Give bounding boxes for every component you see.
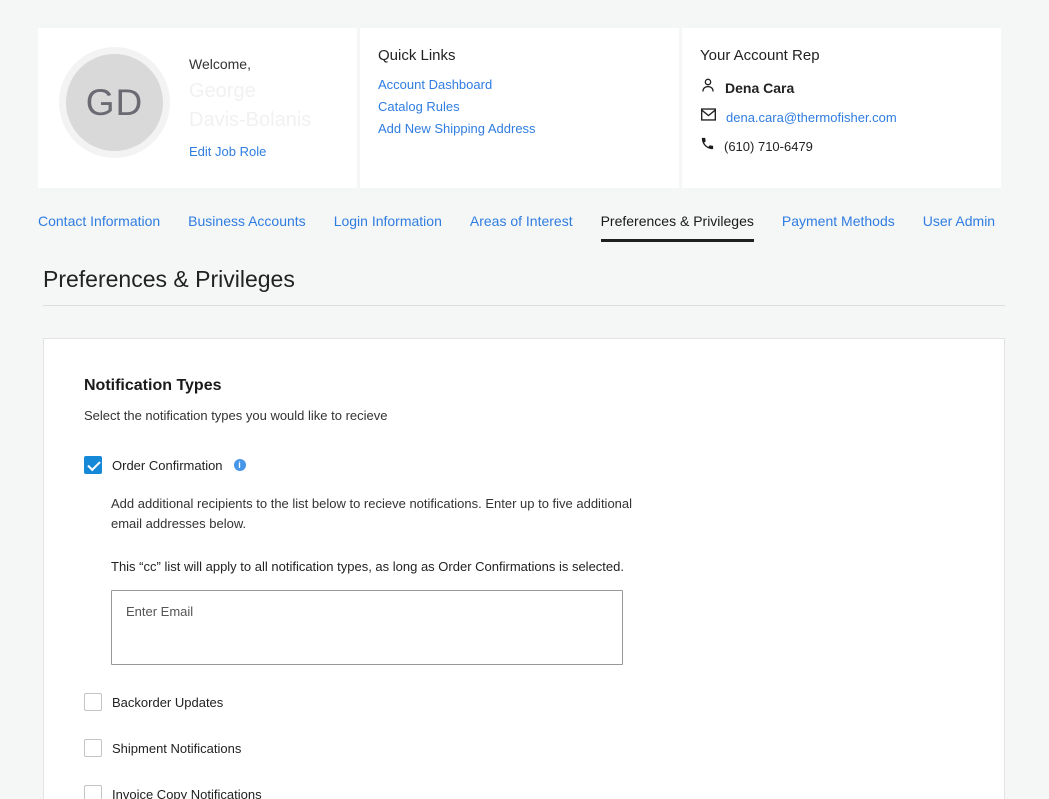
order-confirmation-checkbox[interactable] bbox=[84, 456, 102, 474]
notification-types-subheading: Select the notification types you would … bbox=[84, 408, 964, 423]
account-rep-card: Your Account Rep Dena Cara dena.cara@the… bbox=[682, 28, 1001, 188]
tab[interactable]: Business Accounts bbox=[188, 213, 306, 242]
notification-type-label: Shipment Notifications bbox=[112, 741, 241, 756]
tab[interactable]: Login Information bbox=[334, 213, 442, 242]
page-title: Preferences & Privileges bbox=[43, 266, 1005, 293]
tab[interactable]: Preferences & Privileges bbox=[601, 213, 754, 242]
title-divider bbox=[43, 305, 1005, 306]
tab[interactable]: User Admin bbox=[923, 213, 995, 242]
account-tabs: Contact Information Business Accounts Lo… bbox=[38, 213, 1009, 242]
profile-card: GD Welcome, George Davis-Bolanis Edit Jo… bbox=[38, 28, 357, 188]
account-rep-title: Your Account Rep bbox=[700, 47, 983, 64]
notification-type-row: Backorder Updates bbox=[84, 693, 964, 711]
person-icon bbox=[700, 77, 716, 98]
rep-name: Dena Cara bbox=[725, 80, 794, 96]
profile-text: Welcome, George Davis-Bolanis Edit Job R… bbox=[189, 46, 311, 170]
tab[interactable]: Contact Information bbox=[38, 213, 160, 242]
edit-job-role-link[interactable]: Edit Job Role bbox=[189, 144, 266, 159]
tab[interactable]: Payment Methods bbox=[782, 213, 895, 242]
rep-phone: (610) 710-6479 bbox=[724, 139, 813, 154]
phone-icon bbox=[700, 136, 715, 156]
quick-link[interactable]: Account Dashboard bbox=[378, 77, 661, 92]
quick-link[interactable]: Add New Shipping Address bbox=[378, 121, 661, 136]
notification-type-checkbox[interactable] bbox=[84, 785, 102, 799]
avatar: GD bbox=[66, 54, 163, 151]
cc-email-input[interactable] bbox=[111, 590, 623, 665]
info-icon[interactable]: i bbox=[234, 459, 246, 471]
avatar-initials: GD bbox=[86, 82, 144, 124]
notification-type-row: Shipment Notifications bbox=[84, 739, 964, 757]
profile-last-name: Davis-Bolanis bbox=[189, 106, 311, 135]
notification-type-label: Backorder Updates bbox=[112, 695, 223, 710]
notification-types-panel: Notification Types Select the notificati… bbox=[43, 338, 1005, 799]
quick-links-title: Quick Links bbox=[378, 47, 661, 64]
order-confirmation-label: Order Confirmation bbox=[112, 458, 223, 473]
rep-phone-row: (610) 710-6479 bbox=[700, 136, 983, 156]
rep-email-row: dena.cara@thermofisher.com bbox=[700, 107, 983, 127]
notification-type-checkbox[interactable] bbox=[84, 739, 102, 757]
quick-link[interactable]: Catalog Rules bbox=[378, 99, 661, 114]
other-notification-types: Backorder Updates Shipment Notifications… bbox=[84, 693, 964, 799]
summary-cards-row: GD Welcome, George Davis-Bolanis Edit Jo… bbox=[38, 28, 1001, 188]
cc-block: Add additional recipients to the list be… bbox=[111, 494, 964, 665]
order-confirmation-row: Order Confirmation i bbox=[84, 456, 964, 474]
cc-instructions: Add additional recipients to the list be… bbox=[111, 494, 641, 533]
profile-first-name: George bbox=[189, 77, 311, 106]
notification-type-row: Invoice Copy Notifications bbox=[84, 785, 964, 799]
quick-links-card: Quick Links Account Dashboard Catalog Ru… bbox=[360, 28, 679, 188]
quick-links-list: Account Dashboard Catalog Rules Add New … bbox=[378, 77, 661, 136]
welcome-label: Welcome, bbox=[189, 56, 311, 72]
notification-types-heading: Notification Types bbox=[84, 377, 964, 395]
tab[interactable]: Areas of Interest bbox=[470, 213, 573, 242]
cc-note: This “cc” list will apply to all notific… bbox=[111, 559, 964, 574]
notification-type-checkbox[interactable] bbox=[84, 693, 102, 711]
notification-type-label: Invoice Copy Notifications bbox=[112, 787, 262, 799]
mail-icon bbox=[700, 107, 717, 127]
rep-email-link[interactable]: dena.cara@thermofisher.com bbox=[726, 110, 897, 125]
rep-name-row: Dena Cara bbox=[700, 77, 983, 98]
